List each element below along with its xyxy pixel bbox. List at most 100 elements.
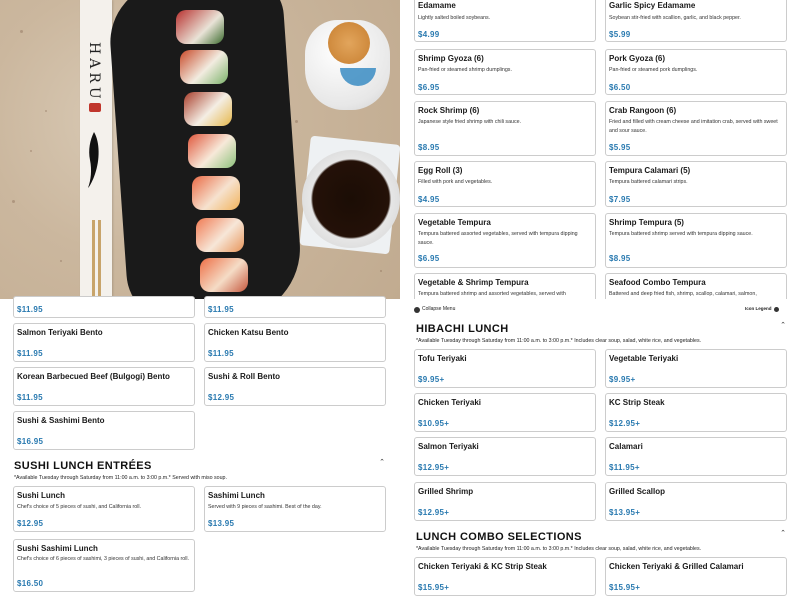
item-name: Sashimi Lunch	[208, 491, 265, 500]
item-price: $15.95+	[418, 583, 450, 592]
item-price: $4.95	[418, 195, 440, 204]
item-name: Sushi Sashimi Lunch	[17, 544, 98, 553]
menu-card[interactable]: Korean Barbecued Beef (Bulgogi) Bento $1…	[13, 367, 195, 406]
menu-card[interactable]: KC Strip Steak $12.95+	[605, 393, 787, 432]
item-price: $13.95+	[609, 508, 641, 517]
item-price: $6.95	[418, 83, 440, 92]
collapse-icon[interactable]	[414, 307, 420, 313]
chevron-up-icon[interactable]: ⌃	[779, 530, 787, 538]
item-price: $12.95+	[418, 508, 450, 517]
sushi-piece	[184, 92, 232, 126]
item-name: Sushi & Sashimi Bento	[17, 416, 105, 425]
chevron-up-icon[interactable]: ⌃	[779, 322, 787, 330]
item-price: $11.95	[17, 349, 43, 358]
item-price: $10.95+	[418, 419, 450, 428]
section-note: *Available Tuesday through Saturday from…	[14, 475, 227, 481]
menu-card[interactable]: Vegetable Tempura Tempura battered assor…	[414, 213, 596, 268]
item-description: Japanese style fried shrimp with chili s…	[418, 119, 522, 125]
menu-card[interactable]: Calamari $11.95+	[605, 437, 787, 476]
item-name: Sushi & Roll Bento	[208, 372, 280, 381]
koi-fish-icon	[88, 132, 99, 188]
item-name: Tofu Teriyaki	[418, 354, 467, 363]
item-price: $7.95	[609, 195, 631, 204]
menu-card[interactable]: Vegetable & Shrimp Tempura Tempura batte…	[414, 273, 596, 299]
item-name: Vegetable Tempura	[418, 218, 491, 227]
chevron-up-icon[interactable]: ⌃	[378, 459, 386, 467]
item-name: Calamari	[609, 442, 643, 451]
menu-card[interactable]: Sushi & Sashimi Bento $16.95	[13, 411, 195, 450]
item-name: Edamame	[418, 1, 456, 10]
collapse-menu-button[interactable]: Collapse Menu	[422, 306, 455, 312]
item-description: Filled with pork and vegetables.	[418, 179, 493, 185]
sushi-piece	[180, 50, 228, 84]
menu-card[interactable]: Edamame Lightly salted boiled soybeans. …	[414, 0, 596, 42]
item-description: Tempura battered calamari strips.	[609, 179, 688, 185]
item-price: $11.95	[17, 393, 43, 402]
item-price: $16.50	[17, 579, 44, 588]
menu-card[interactable]: Chicken Teriyaki & KC Strip Steak $15.95…	[414, 557, 596, 596]
item-price: $5.95	[609, 143, 631, 152]
napkin-brand: HARU	[86, 42, 102, 103]
item-name: Grilled Scallop	[609, 487, 666, 496]
item-name: Shrimp Gyoza (6)	[418, 54, 484, 63]
menu-card[interactable]: Egg Roll (3) Filled with pork and vegeta…	[414, 161, 596, 207]
item-price: $8.95	[609, 254, 631, 263]
sushi-piece	[192, 176, 240, 210]
menu-card[interactable]: $11.95	[204, 296, 386, 318]
menu-card[interactable]: Shrimp Tempura (5) Tempura battered shri…	[605, 213, 787, 268]
menu-card[interactable]: Pork Gyoza (6) Pan-fried or steamed pork…	[605, 49, 787, 95]
item-price: $4.99	[418, 30, 440, 39]
item-price: $11.95+	[609, 463, 640, 472]
item-price: $6.50	[609, 83, 631, 92]
item-name: Chicken Teriyaki & Grilled Calamari	[609, 562, 744, 571]
napkin-seal	[89, 103, 101, 112]
menu-card[interactable]: Chicken Teriyaki & Grilled Calamari $15.…	[605, 557, 787, 596]
section-title: SUSHI LUNCH ENTRÉES	[14, 460, 152, 472]
menu-card[interactable]: $11.95	[13, 296, 195, 318]
menu-card[interactable]: Salmon Teriyaki $12.95+	[414, 437, 596, 476]
item-description: Tempura battered shrimp and assorted veg…	[418, 291, 566, 297]
icon-legend-button[interactable]: Icon Legend	[745, 306, 772, 311]
item-price: $11.95	[17, 305, 43, 314]
menu-card[interactable]: Sushi Lunch Chef's choice of 5 pieces of…	[13, 486, 195, 532]
item-name: Korean Barbecued Beef (Bulgogi) Bento	[17, 372, 170, 381]
menu-card[interactable]: Rock Shrimp (6) Japanese style fried shr…	[414, 101, 596, 156]
section-title: LUNCH COMBO SELECTIONS	[416, 531, 582, 543]
item-description: Pan-fried or steamed shrimp dumplings.	[418, 67, 512, 73]
menu-card[interactable]: Sashimi Lunch Served with 9 pieces of sa…	[204, 486, 386, 532]
item-name: Rock Shrimp (6)	[418, 106, 480, 115]
item-price: $12.95	[208, 393, 235, 402]
item-price: $12.95+	[418, 463, 450, 472]
menu-card[interactable]: Grilled Shrimp $12.95+	[414, 482, 596, 521]
item-description: Chef's choice of 5 pieces of sushi, and …	[17, 504, 142, 510]
legend-icon[interactable]	[774, 307, 779, 312]
item-name: Grilled Shrimp	[418, 487, 474, 496]
sushi-piece	[196, 218, 244, 252]
menu-card[interactable]: Chicken Katsu Bento $11.95	[204, 323, 386, 362]
menu-card[interactable]: Vegetable Teriyaki $9.95+	[605, 349, 787, 388]
menu-card[interactable]: Tofu Teriyaki $9.95+	[414, 349, 596, 388]
item-price: $15.95+	[609, 583, 641, 592]
sushi-piece	[188, 134, 236, 168]
item-name: Sushi Lunch	[17, 491, 65, 500]
menu-card[interactable]: Chicken Teriyaki $10.95+	[414, 393, 596, 432]
item-name: Pork Gyoza (6)	[609, 54, 666, 63]
item-description: Battered and deep fried fish, shrimp, sc…	[609, 291, 757, 297]
menu-card[interactable]: Grilled Scallop $13.95+	[605, 482, 787, 521]
item-description: Soybean stir-fried with scallion, garlic…	[609, 15, 741, 21]
item-name: Salmon Teriyaki Bento	[17, 328, 103, 337]
item-price: $8.95	[418, 143, 440, 152]
item-price: $12.95	[17, 519, 44, 528]
right-menu-column: Edamame Lightly salted boiled soybeans. …	[400, 0, 800, 600]
menu-card[interactable]: Shrimp Gyoza (6) Pan-fried or steamed sh…	[414, 49, 596, 95]
menu-card[interactable]: Salmon Teriyaki Bento $11.95	[13, 323, 195, 362]
menu-card[interactable]: Crab Rangoon (6) Fried and filled with c…	[605, 101, 787, 156]
menu-card[interactable]: Sushi & Roll Bento $12.95	[204, 367, 386, 406]
item-name: Tempura Calamari (5)	[609, 166, 691, 175]
menu-card[interactable]: Seafood Combo Tempura Battered and deep …	[605, 273, 787, 299]
menu-card[interactable]: Garlic Spicy Edamame Soybean stir-fried …	[605, 0, 787, 42]
chopstick	[92, 220, 95, 299]
item-description: Pan-fried or steamed pork dumplings.	[609, 67, 698, 73]
menu-card[interactable]: Sushi Sashimi Lunch Chef's choice of 6 p…	[13, 539, 195, 592]
menu-card[interactable]: Tempura Calamari (5) Tempura battered ca…	[605, 161, 787, 207]
